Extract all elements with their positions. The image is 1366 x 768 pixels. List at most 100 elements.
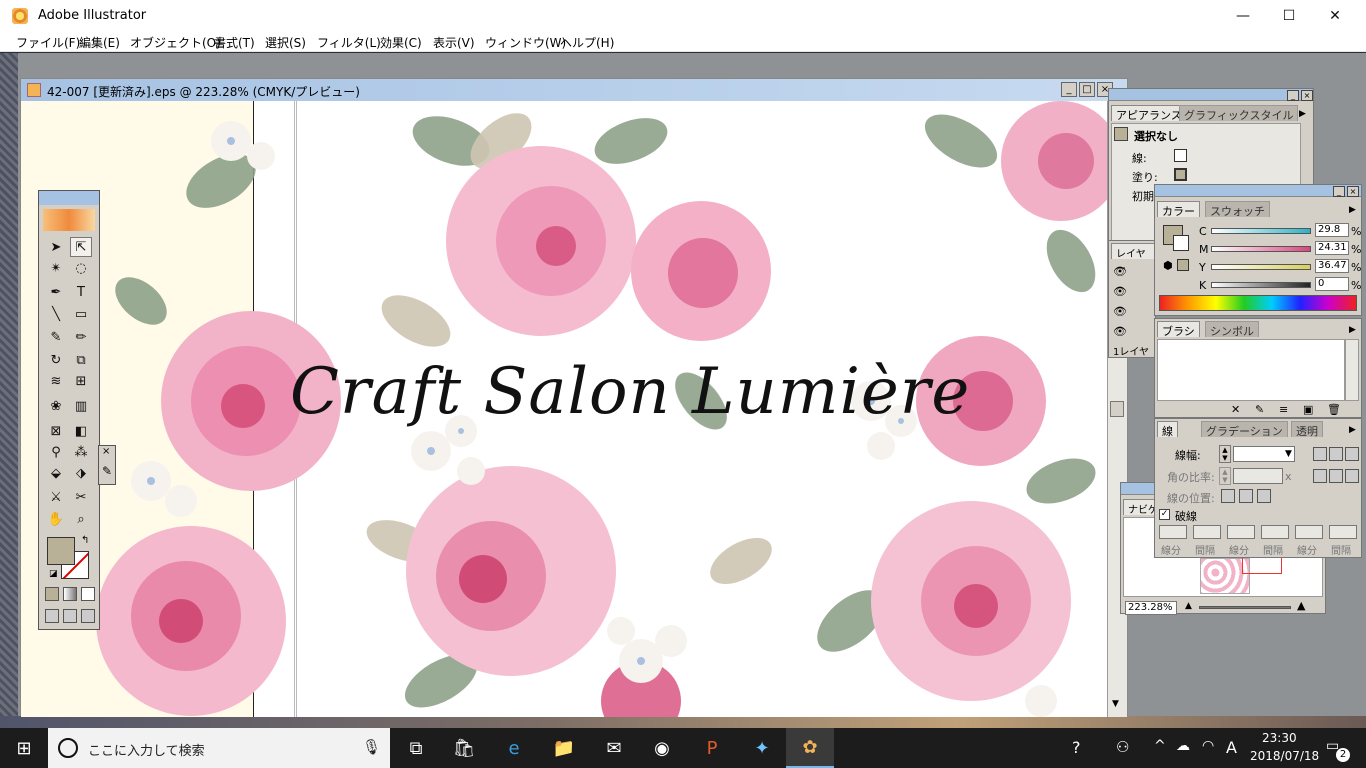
swap-colors-icon[interactable]: ↰ — [81, 535, 89, 546]
free-transform-tool-icon[interactable]: ⊞ — [70, 371, 92, 391]
channel-k-input[interactable]: 0 — [1315, 277, 1349, 291]
channel-c-slider[interactable] — [1211, 228, 1311, 234]
cap-square-icon[interactable] — [1345, 447, 1359, 461]
align-center-icon[interactable] — [1221, 489, 1235, 503]
channel-k-slider[interactable] — [1211, 282, 1311, 288]
wifi-icon[interactable]: ◠ — [1202, 738, 1214, 754]
app-icon[interactable]: ✦ — [738, 728, 786, 768]
tab-transparency[interactable]: 透明 — [1291, 421, 1323, 438]
dashed-line-checkbox[interactable]: ✓ — [1159, 509, 1170, 520]
minimize-button[interactable]: — — [1220, 0, 1266, 32]
zoom-tool-icon[interactable]: ⌕ — [70, 509, 92, 529]
flyout-close-icon[interactable]: × — [102, 446, 110, 457]
windows-start-icon[interactable]: ⊞ — [0, 728, 48, 768]
tool-flyout[interactable]: × ✎ — [98, 445, 116, 485]
join-bevel-icon[interactable] — [1345, 469, 1359, 483]
gamut-swatch[interactable] — [1177, 259, 1189, 271]
magic-wand-tool-icon[interactable]: ✴ — [45, 258, 67, 278]
menu-view[interactable]: 表示(V) — [433, 34, 475, 51]
layer-visibility-eye-icon[interactable]: 👁 — [1113, 305, 1127, 318]
doc-minimize-button[interactable]: _ — [1061, 82, 1077, 97]
toolbox-titlebar[interactable] — [39, 191, 99, 205]
menu-filter[interactable]: フィルタ(L) — [317, 34, 381, 51]
powerpoint-icon[interactable]: P — [688, 728, 736, 768]
new-brush-icon[interactable]: ▣ — [1303, 403, 1313, 416]
channel-y-input[interactable]: 36.47 — [1315, 259, 1349, 273]
type-tool-icon[interactable]: T — [70, 282, 92, 302]
cap-butt-icon[interactable] — [1313, 447, 1327, 461]
align-inside-icon[interactable] — [1239, 489, 1253, 503]
stroke-weight-dropdown-icon[interactable]: ▼ — [1285, 449, 1292, 459]
ime-mode-indicator[interactable]: A — [1226, 738, 1237, 757]
hand-tool-icon[interactable]: ✋ — [45, 509, 67, 529]
blend-tool-icon[interactable]: ⁂ — [70, 442, 92, 462]
illustrator-taskbar-icon[interactable]: ✿ — [786, 728, 834, 768]
panel-minimize-button[interactable]: _ — [1333, 186, 1345, 197]
help-icon[interactable]: ? — [1072, 738, 1081, 757]
menu-type[interactable]: 書式(T) — [214, 34, 255, 51]
layer-visibility-eye-icon[interactable]: 👁 — [1113, 325, 1127, 338]
warp-tool-icon[interactable]: ≋ — [45, 371, 67, 391]
menu-edit[interactable]: 編集(E) — [79, 34, 120, 51]
miter-limit-stepper[interactable]: ▲ ▼ — [1219, 467, 1231, 485]
task-view-icon[interactable]: ⧉ — [392, 728, 440, 768]
fill-swatch-icon[interactable] — [1174, 168, 1187, 181]
tab-swatches[interactable]: スウォッチ — [1205, 201, 1270, 218]
menu-window[interactable]: ウィンドウ(W) — [485, 34, 566, 51]
menu-select[interactable]: 選択(S) — [265, 34, 306, 51]
panel-close-button[interactable]: × — [1347, 186, 1359, 197]
zoom-out-icon[interactable]: ▲ — [1185, 601, 1192, 611]
cap-round-icon[interactable] — [1329, 447, 1343, 461]
direct-selection-tool-icon[interactable]: ⇱ — [70, 237, 92, 257]
scroll-down-arrow-icon[interactable]: ▼ — [1112, 699, 1119, 709]
none-mode-icon[interactable] — [81, 587, 95, 601]
tab-color[interactable]: カラー — [1157, 201, 1200, 218]
scale-tool-icon[interactable]: ⧉ — [70, 350, 92, 370]
color-spectrum-bar[interactable] — [1159, 295, 1357, 311]
panel-menu-icon[interactable]: ▶ — [1349, 325, 1356, 335]
symbol-sprayer-tool-icon[interactable]: ❀ — [45, 396, 67, 416]
scroll-thumb[interactable] — [1110, 401, 1124, 417]
microphone-icon[interactable]: 🎙 — [362, 738, 381, 756]
gap-3-input[interactable] — [1329, 525, 1357, 539]
gradient-tool-icon[interactable]: ◧ — [70, 421, 92, 441]
clock-date[interactable]: 2018/07/18 — [1250, 749, 1319, 763]
dash-1-input[interactable] — [1159, 525, 1187, 539]
measure-tool-icon[interactable]: ✎ — [102, 464, 112, 478]
appearance-panel-titlebar[interactable] — [1109, 89, 1313, 101]
tab-stroke[interactable]: 線 — [1157, 421, 1178, 438]
stroke-weight-stepper[interactable]: ▲ ▼ — [1219, 445, 1231, 463]
people-icon[interactable]: ⚇ — [1116, 738, 1129, 756]
panel-close-button[interactable]: × — [1301, 90, 1313, 101]
normal-screen-mode-icon[interactable] — [45, 609, 59, 623]
panel-menu-icon[interactable]: ▶ — [1349, 425, 1356, 435]
onedrive-cloud-icon[interactable]: ☁ — [1176, 738, 1190, 754]
maximize-button[interactable]: ☐ — [1266, 0, 1312, 32]
miter-limit-input[interactable] — [1233, 468, 1283, 484]
show-hidden-icons-chevron-icon[interactable]: ^ — [1154, 738, 1166, 754]
slice-tool-icon[interactable]: ⚔ — [45, 487, 67, 507]
layer-visibility-eye-icon[interactable]: 👁 — [1113, 285, 1127, 298]
panel-menu-icon[interactable]: ▶ — [1299, 109, 1306, 119]
lasso-tool-icon[interactable]: ◌ — [70, 258, 92, 278]
tab-gradient[interactable]: グラデーション — [1201, 421, 1288, 438]
channel-m-slider[interactable] — [1211, 246, 1311, 252]
store-icon[interactable]: 🛍 — [440, 728, 488, 768]
delete-brush-icon[interactable]: 🗑 — [1327, 403, 1341, 416]
menu-file[interactable]: ファイル(F) — [16, 34, 80, 51]
dash-3-input[interactable] — [1295, 525, 1323, 539]
remove-stroke-icon[interactable]: ✕ — [1231, 403, 1240, 416]
selection-tool-icon[interactable]: ➤ — [45, 237, 67, 257]
menu-object[interactable]: オブジェクト(O) — [130, 34, 221, 51]
eyedropper-tool-icon[interactable]: ⚲ — [45, 442, 67, 462]
fill-color-swatch[interactable] — [47, 537, 75, 565]
channel-y-slider[interactable] — [1211, 264, 1311, 270]
gap-1-input[interactable] — [1193, 525, 1221, 539]
tab-symbols[interactable]: シンボル — [1205, 321, 1259, 338]
tab-graphic-styles[interactable]: グラフィックスタイル — [1179, 105, 1299, 122]
join-round-icon[interactable] — [1329, 469, 1343, 483]
panel-minimize-button[interactable]: _ — [1287, 90, 1299, 101]
live-paint-tool-icon[interactable]: ⬙ — [45, 463, 67, 483]
live-paint-selection-tool-icon[interactable]: ⬗ — [70, 463, 92, 483]
color-mode-icon[interactable] — [45, 587, 59, 601]
